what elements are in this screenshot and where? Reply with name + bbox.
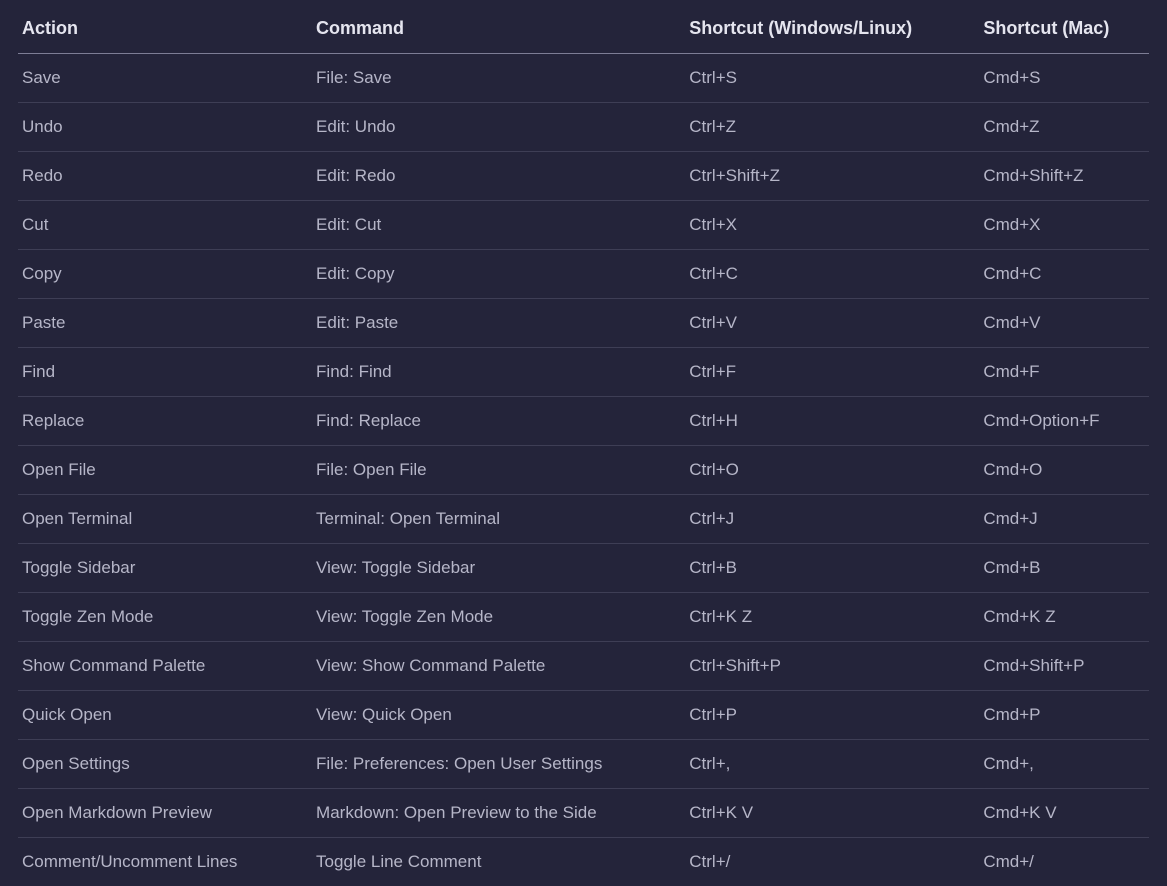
table-row: Show Command PaletteView: Show Command P…: [18, 642, 1149, 691]
cell-command: Markdown: Open Preview to the Side: [312, 789, 685, 838]
cell-shortcut-mac: Cmd+K V: [979, 789, 1149, 838]
cell-action: Undo: [18, 103, 312, 152]
table-row: Open TerminalTerminal: Open TerminalCtrl…: [18, 495, 1149, 544]
cell-action: Redo: [18, 152, 312, 201]
cell-command: View: Toggle Sidebar: [312, 544, 685, 593]
cell-shortcut-win: Ctrl+B: [685, 544, 979, 593]
cell-command: File: Preferences: Open User Settings: [312, 740, 685, 789]
cell-shortcut-mac: Cmd+F: [979, 348, 1149, 397]
cell-shortcut-win: Ctrl+C: [685, 250, 979, 299]
cell-command: Edit: Redo: [312, 152, 685, 201]
cell-shortcut-win: Ctrl+F: [685, 348, 979, 397]
cell-shortcut-win: Ctrl+V: [685, 299, 979, 348]
cell-action: Find: [18, 348, 312, 397]
table-row: FindFind: FindCtrl+FCmd+F: [18, 348, 1149, 397]
cell-action: Open File: [18, 446, 312, 495]
cell-shortcut-mac: Cmd+Shift+Z: [979, 152, 1149, 201]
cell-command: Edit: Paste: [312, 299, 685, 348]
cell-shortcut-win: Ctrl+S: [685, 54, 979, 103]
cell-action: Quick Open: [18, 691, 312, 740]
cell-shortcut-mac: Cmd+Option+F: [979, 397, 1149, 446]
cell-shortcut-win: Ctrl+X: [685, 201, 979, 250]
cell-shortcut-win: Ctrl+K V: [685, 789, 979, 838]
cell-shortcut-win: Ctrl+/: [685, 838, 979, 886]
cell-shortcut-mac: Cmd+K Z: [979, 593, 1149, 642]
cell-action: Comment/Uncomment Lines: [18, 838, 312, 886]
cell-shortcut-win: Ctrl+J: [685, 495, 979, 544]
cell-shortcut-mac: Cmd+P: [979, 691, 1149, 740]
cell-shortcut-mac: Cmd+Z: [979, 103, 1149, 152]
cell-command: View: Show Command Palette: [312, 642, 685, 691]
cell-command: Edit: Copy: [312, 250, 685, 299]
cell-shortcut-mac: Cmd+C: [979, 250, 1149, 299]
cell-command: Terminal: Open Terminal: [312, 495, 685, 544]
cell-command: Find: Replace: [312, 397, 685, 446]
table-row: Toggle Zen ModeView: Toggle Zen ModeCtrl…: [18, 593, 1149, 642]
cell-shortcut-win: Ctrl+K Z: [685, 593, 979, 642]
cell-command: Edit: Cut: [312, 201, 685, 250]
cell-action: Toggle Zen Mode: [18, 593, 312, 642]
cell-shortcut-win: Ctrl+Shift+Z: [685, 152, 979, 201]
table-row: Quick OpenView: Quick OpenCtrl+PCmd+P: [18, 691, 1149, 740]
cell-command: File: Open File: [312, 446, 685, 495]
cell-command: View: Quick Open: [312, 691, 685, 740]
cell-shortcut-win: Ctrl+O: [685, 446, 979, 495]
cell-shortcut-win: Ctrl+P: [685, 691, 979, 740]
cell-shortcut-win: Ctrl+Shift+P: [685, 642, 979, 691]
header-shortcut-win: Shortcut (Windows/Linux): [685, 8, 979, 54]
table-header-row: Action Command Shortcut (Windows/Linux) …: [18, 8, 1149, 54]
cell-action: Open Terminal: [18, 495, 312, 544]
cell-command: Edit: Undo: [312, 103, 685, 152]
cell-action: Show Command Palette: [18, 642, 312, 691]
cell-command: View: Toggle Zen Mode: [312, 593, 685, 642]
cell-shortcut-mac: Cmd+V: [979, 299, 1149, 348]
shortcuts-table: Action Command Shortcut (Windows/Linux) …: [18, 8, 1149, 886]
table-row: Open SettingsFile: Preferences: Open Use…: [18, 740, 1149, 789]
header-action: Action: [18, 8, 312, 54]
table-row: PasteEdit: PasteCtrl+VCmd+V: [18, 299, 1149, 348]
cell-action: Cut: [18, 201, 312, 250]
cell-shortcut-mac: Cmd+Shift+P: [979, 642, 1149, 691]
cell-command: Find: Find: [312, 348, 685, 397]
cell-action: Toggle Sidebar: [18, 544, 312, 593]
cell-shortcut-win: Ctrl+H: [685, 397, 979, 446]
table-row: RedoEdit: RedoCtrl+Shift+ZCmd+Shift+Z: [18, 152, 1149, 201]
cell-shortcut-mac: Cmd+X: [979, 201, 1149, 250]
table-row: SaveFile: SaveCtrl+SCmd+S: [18, 54, 1149, 103]
table-row: CopyEdit: CopyCtrl+CCmd+C: [18, 250, 1149, 299]
cell-action: Open Settings: [18, 740, 312, 789]
cell-command: File: Save: [312, 54, 685, 103]
header-shortcut-mac: Shortcut (Mac): [979, 8, 1149, 54]
cell-shortcut-mac: Cmd+J: [979, 495, 1149, 544]
table-row: Open Markdown PreviewMarkdown: Open Prev…: [18, 789, 1149, 838]
cell-shortcut-mac: Cmd+,: [979, 740, 1149, 789]
cell-shortcut-mac: Cmd+/: [979, 838, 1149, 886]
table-body: SaveFile: SaveCtrl+SCmd+SUndoEdit: UndoC…: [18, 54, 1149, 886]
cell-action: Open Markdown Preview: [18, 789, 312, 838]
cell-shortcut-win: Ctrl+,: [685, 740, 979, 789]
table-row: Toggle SidebarView: Toggle SidebarCtrl+B…: [18, 544, 1149, 593]
cell-command: Toggle Line Comment: [312, 838, 685, 886]
table-row: ReplaceFind: ReplaceCtrl+HCmd+Option+F: [18, 397, 1149, 446]
cell-shortcut-win: Ctrl+Z: [685, 103, 979, 152]
cell-shortcut-mac: Cmd+B: [979, 544, 1149, 593]
cell-shortcut-mac: Cmd+O: [979, 446, 1149, 495]
header-command: Command: [312, 8, 685, 54]
cell-shortcut-mac: Cmd+S: [979, 54, 1149, 103]
cell-action: Save: [18, 54, 312, 103]
table-row: UndoEdit: UndoCtrl+ZCmd+Z: [18, 103, 1149, 152]
cell-action: Copy: [18, 250, 312, 299]
cell-action: Paste: [18, 299, 312, 348]
table-row: CutEdit: CutCtrl+XCmd+X: [18, 201, 1149, 250]
table-row: Comment/Uncomment LinesToggle Line Comme…: [18, 838, 1149, 886]
cell-action: Replace: [18, 397, 312, 446]
table-row: Open FileFile: Open FileCtrl+OCmd+O: [18, 446, 1149, 495]
